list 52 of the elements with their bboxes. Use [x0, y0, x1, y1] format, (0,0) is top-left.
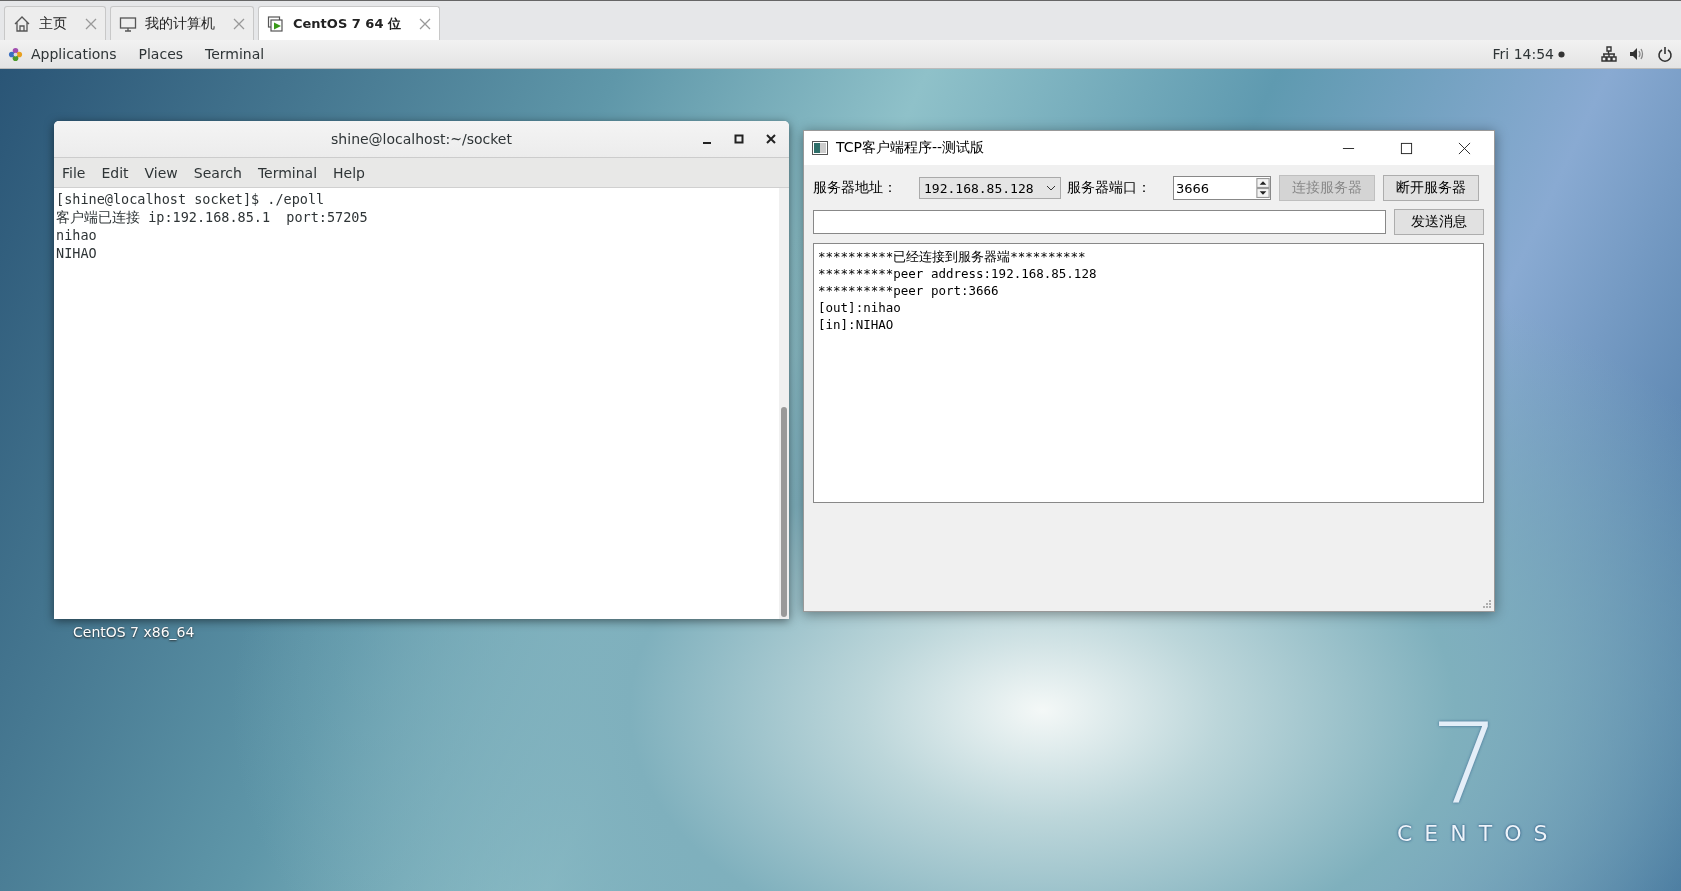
vm-tab[interactable]: CentOS 7 64 位: [258, 6, 440, 40]
close-icon[interactable]: [1458, 141, 1471, 155]
log-line: **********peer address:192.168.85.128: [818, 265, 1098, 282]
menu-item[interactable]: File: [62, 164, 86, 181]
wallpaper-logo-number: 7: [1430, 709, 1500, 819]
menu-item[interactable]: Terminal: [257, 164, 318, 181]
vm-tab[interactable]: 主页: [4, 6, 106, 40]
terminal-line: NIHAO: [56, 244, 98, 262]
terminal-line: nihao: [56, 226, 98, 244]
desktop-icon-label[interactable]: CentOS 7 x86_64: [73, 624, 195, 640]
resize-grip-icon[interactable]: [1482, 599, 1492, 609]
log-line: [out]:nihao: [818, 299, 902, 316]
address-label: 服务器地址：: [813, 179, 898, 197]
terminal-line: 客户端已连接 ip:192.168.85.1 port:57205: [56, 208, 369, 226]
terminal-line: [shine@localhost socket]$ ./epoll: [56, 190, 326, 208]
address-dropdown[interactable]: 192.168.85.128: [919, 177, 1061, 199]
log-line: [in]:NIHAO: [818, 316, 895, 333]
server-button[interactable]: 断开服务器: [1383, 175, 1479, 201]
panel-menu[interactable]: Terminal: [205, 46, 265, 62]
virtual-machine-icon: [267, 14, 285, 33]
monitor-icon: [119, 14, 137, 33]
panel-menu[interactable]: Applications: [31, 46, 117, 62]
menu-item[interactable]: Edit: [101, 164, 129, 181]
volume-icon[interactable]: [1629, 46, 1645, 62]
notification-dot-icon: [1558, 50, 1565, 58]
maximize-icon[interactable]: [1400, 141, 1413, 155]
log-line: **********已经连接到服务器端**********: [818, 248, 1087, 265]
port-spinbox[interactable]: 3666: [1173, 176, 1271, 200]
window-title: shine@localhost:~/socket: [331, 131, 512, 147]
network-icon[interactable]: [1601, 46, 1617, 62]
flower-icon: [8, 46, 23, 62]
menu-item[interactable]: Help: [333, 164, 365, 181]
send-button[interactable]: 发送消息: [1394, 209, 1484, 235]
panel-menu[interactable]: Places: [138, 46, 184, 62]
log-line: **********peer port:3666: [818, 282, 1000, 299]
menu-item[interactable]: View: [144, 164, 178, 181]
power-icon[interactable]: [1657, 46, 1673, 62]
close-icon[interactable]: [765, 133, 777, 145]
message-field[interactable]: [813, 210, 1386, 234]
menu-item[interactable]: Search: [193, 164, 242, 181]
up-arrow-icon[interactable]: [1256, 178, 1270, 188]
clock[interactable]: Fri 14:54: [1492, 46, 1554, 62]
caret-icon: [1046, 185, 1056, 191]
maximize-icon[interactable]: [733, 133, 745, 145]
home-icon: [13, 14, 31, 33]
window-title: TCP客户端程序--测试版: [836, 139, 985, 157]
app-icon: [812, 141, 828, 155]
down-arrow-icon[interactable]: [1256, 188, 1270, 198]
vm-tab[interactable]: 我的计算机: [110, 6, 254, 40]
port-label: 服务器端口：: [1067, 179, 1152, 197]
wallpaper-logo-word: CENTOS: [1397, 821, 1560, 846]
scrollbar-thumb[interactable]: [781, 407, 787, 617]
